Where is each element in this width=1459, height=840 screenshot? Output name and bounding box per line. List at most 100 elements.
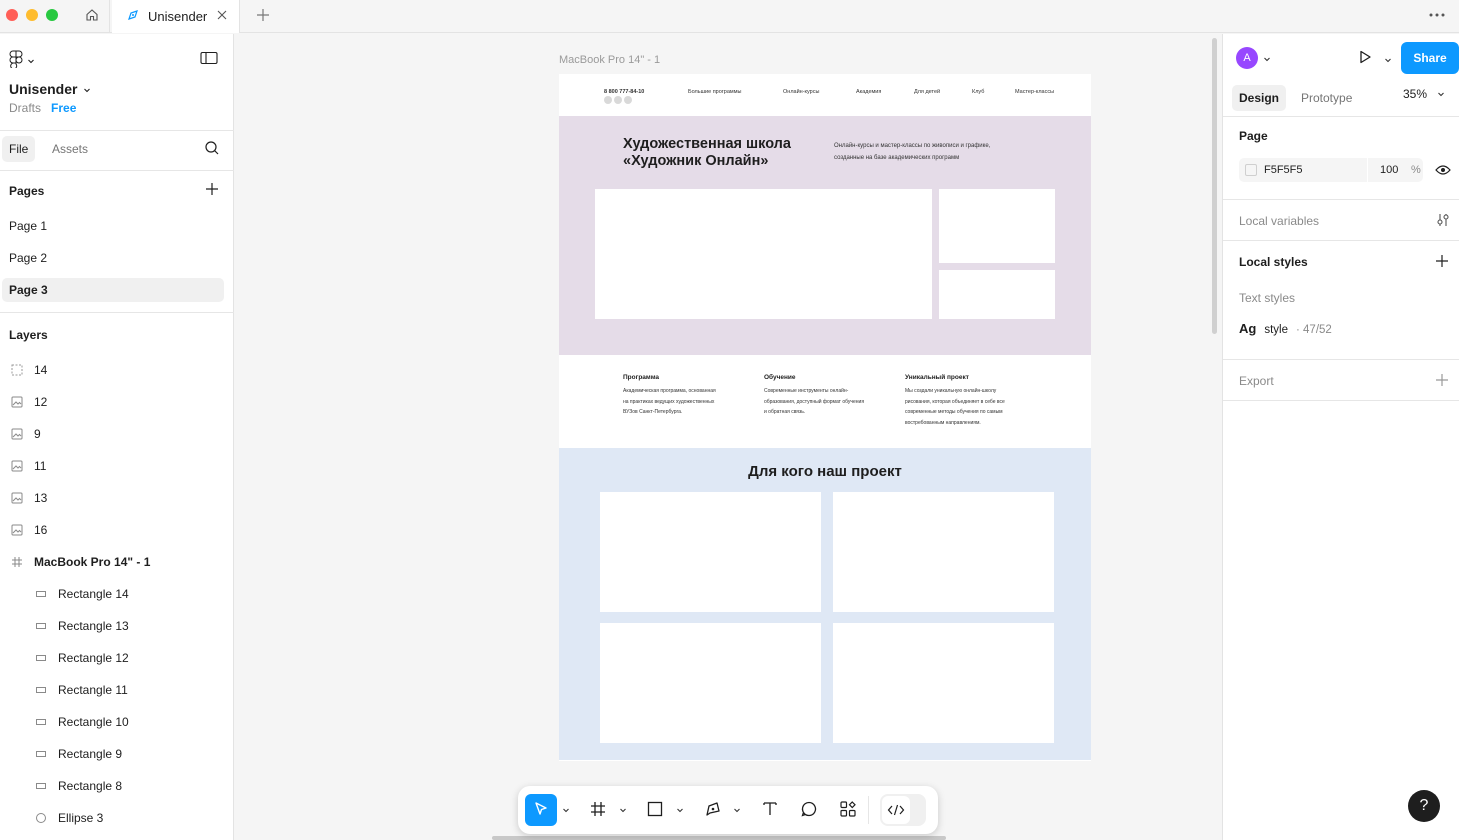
macbook-frame[interactable]: 8 800 777-84-10 Большие программы Онлайн…	[559, 74, 1091, 761]
layer-name: Ellipse 3	[58, 811, 104, 825]
new-tab-icon[interactable]	[254, 6, 272, 24]
page-item-1[interactable]: Page 1	[2, 214, 224, 238]
toggle-sidebar-icon[interactable]	[200, 51, 218, 68]
layer-item[interactable]: Rectangle 13	[0, 614, 234, 638]
audience-title: Для кого наш проект	[748, 463, 902, 480]
actions-tool-button[interactable]	[836, 794, 860, 826]
layer-item[interactable]: MacBook Pro 14" - 1	[0, 550, 234, 574]
style-name: style	[1264, 324, 1288, 336]
fill-opacity-value[interactable]: 100	[1380, 164, 1398, 176]
chevron-down-icon[interactable]	[1384, 53, 1392, 67]
hero-image-placeholder	[939, 189, 1055, 263]
chevron-down-icon[interactable]	[1263, 52, 1271, 66]
frame-tool-menu[interactable]	[618, 794, 628, 826]
chevron-down-icon	[83, 81, 91, 97]
layer-item[interactable]: 13	[0, 486, 234, 510]
layer-item[interactable]: 16	[0, 518, 234, 542]
feature-title: Обучение	[764, 374, 796, 381]
add-style-icon[interactable]	[1435, 254, 1449, 271]
canvas[interactable]: MacBook Pro 14" - 1 8 800 777-84-10 Боль…	[234, 34, 1222, 840]
feature-card: Уникальный проект Мы создали уникальную …	[905, 374, 1030, 428]
variables-settings-icon[interactable]	[1435, 212, 1451, 231]
frame-tool-button[interactable]	[586, 794, 610, 826]
pen-tool-menu[interactable]	[732, 794, 742, 826]
minimize-window-button[interactable]	[26, 9, 38, 21]
divider	[0, 312, 234, 313]
color-swatch[interactable]	[1245, 164, 1257, 176]
tab-file[interactable]: File	[2, 136, 36, 162]
nav-link: Клуб	[972, 89, 985, 95]
more-options-icon[interactable]	[1428, 8, 1446, 25]
shape-tool-button[interactable]	[643, 794, 667, 826]
nav-dots	[604, 96, 632, 104]
text-icon	[761, 800, 779, 821]
comment-tool-button[interactable]	[797, 794, 821, 826]
canvas-vertical-scrollbar[interactable]	[1212, 38, 1217, 334]
search-icon[interactable]	[204, 140, 220, 159]
page-item-3[interactable]: Page 3	[2, 278, 224, 302]
help-button[interactable]: ?	[1408, 790, 1440, 822]
layer-item[interactable]: Rectangle 10	[0, 710, 234, 734]
pen-nib-icon	[126, 8, 140, 25]
local-variables-label[interactable]: Local variables	[1239, 214, 1319, 228]
layer-item[interactable]: 12	[0, 390, 234, 414]
text-tool-button[interactable]	[758, 794, 782, 826]
layer-name: Rectangle 14	[58, 587, 129, 601]
layer-item[interactable]: Rectangle 8	[0, 774, 234, 798]
layer-item[interactable]: Rectangle 12	[0, 646, 234, 670]
layer-item[interactable]: 9	[0, 422, 234, 446]
maximize-window-button[interactable]	[46, 9, 58, 21]
tab-prototype[interactable]: Prototype	[1294, 85, 1359, 111]
text-style-item[interactable]: Ag style · 47/52	[1239, 321, 1332, 336]
plan-badge[interactable]: Free	[51, 101, 76, 115]
add-export-icon[interactable]	[1435, 373, 1449, 390]
fill-hex-value[interactable]: F5F5F5	[1264, 164, 1303, 176]
feature-text: Академическая программа, основанная на п…	[623, 388, 716, 415]
layer-item[interactable]: Rectangle 11	[0, 678, 234, 702]
dev-mode-toggle[interactable]	[880, 794, 926, 826]
rectangle-icon	[34, 715, 48, 729]
horizontal-scrollbar[interactable]	[492, 836, 946, 840]
nav-link: Большие программы	[688, 89, 742, 95]
page-fill-row[interactable]: F5F5F5 100 %	[1239, 158, 1423, 182]
move-tool-menu[interactable]	[561, 794, 571, 826]
main-menu-button[interactable]	[9, 50, 35, 71]
avatar[interactable]: A	[1236, 47, 1258, 69]
home-tab[interactable]	[74, 0, 110, 33]
image-icon	[10, 427, 24, 441]
feature-title: Программа	[623, 374, 660, 381]
cursor-icon	[532, 800, 550, 821]
eye-icon[interactable]	[1435, 164, 1451, 179]
divider	[1223, 400, 1459, 401]
image-icon	[10, 395, 24, 409]
layer-item[interactable]: 14	[0, 358, 234, 382]
layer-item[interactable]: Rectangle 14	[0, 582, 234, 606]
tab-assets[interactable]: Assets	[52, 142, 88, 156]
add-page-icon[interactable]	[205, 182, 219, 199]
shape-tool-menu[interactable]	[675, 794, 685, 826]
chevron-down-icon	[1437, 87, 1445, 101]
zoom-dropdown[interactable]: 35%	[1403, 87, 1445, 101]
file-name[interactable]: Unisender	[9, 81, 91, 97]
fill-separator	[1367, 158, 1368, 182]
export-label[interactable]: Export	[1239, 374, 1274, 388]
tab-design[interactable]: Design	[1232, 85, 1287, 111]
page-item-2[interactable]: Page 2	[2, 246, 224, 270]
right-panel: A Share Design Prototype 35% Page F5F5F5…	[1222, 34, 1459, 840]
drafts-link[interactable]: Drafts	[9, 101, 41, 115]
present-play-icon[interactable]	[1357, 49, 1373, 68]
close-tab-icon[interactable]	[215, 8, 229, 25]
frame-label[interactable]: MacBook Pro 14" - 1	[559, 54, 660, 66]
file-tab[interactable]: Unisender	[112, 0, 240, 33]
layer-item[interactable]: Rectangle 9	[0, 742, 234, 766]
style-preview: Ag	[1239, 321, 1257, 336]
hero-subtitle: Онлайн-курсы и мастер-классы по живописи…	[834, 143, 991, 161]
layer-item[interactable]: Ellipse 3	[0, 806, 234, 830]
layer-item[interactable]: 11	[0, 454, 234, 478]
nav-link: Академия	[856, 89, 882, 95]
pen-tool-button[interactable]	[701, 794, 725, 826]
move-tool-button[interactable]	[525, 794, 557, 826]
nav-link: Для детей	[914, 89, 941, 95]
close-window-button[interactable]	[6, 9, 18, 21]
share-button[interactable]: Share	[1401, 42, 1459, 74]
